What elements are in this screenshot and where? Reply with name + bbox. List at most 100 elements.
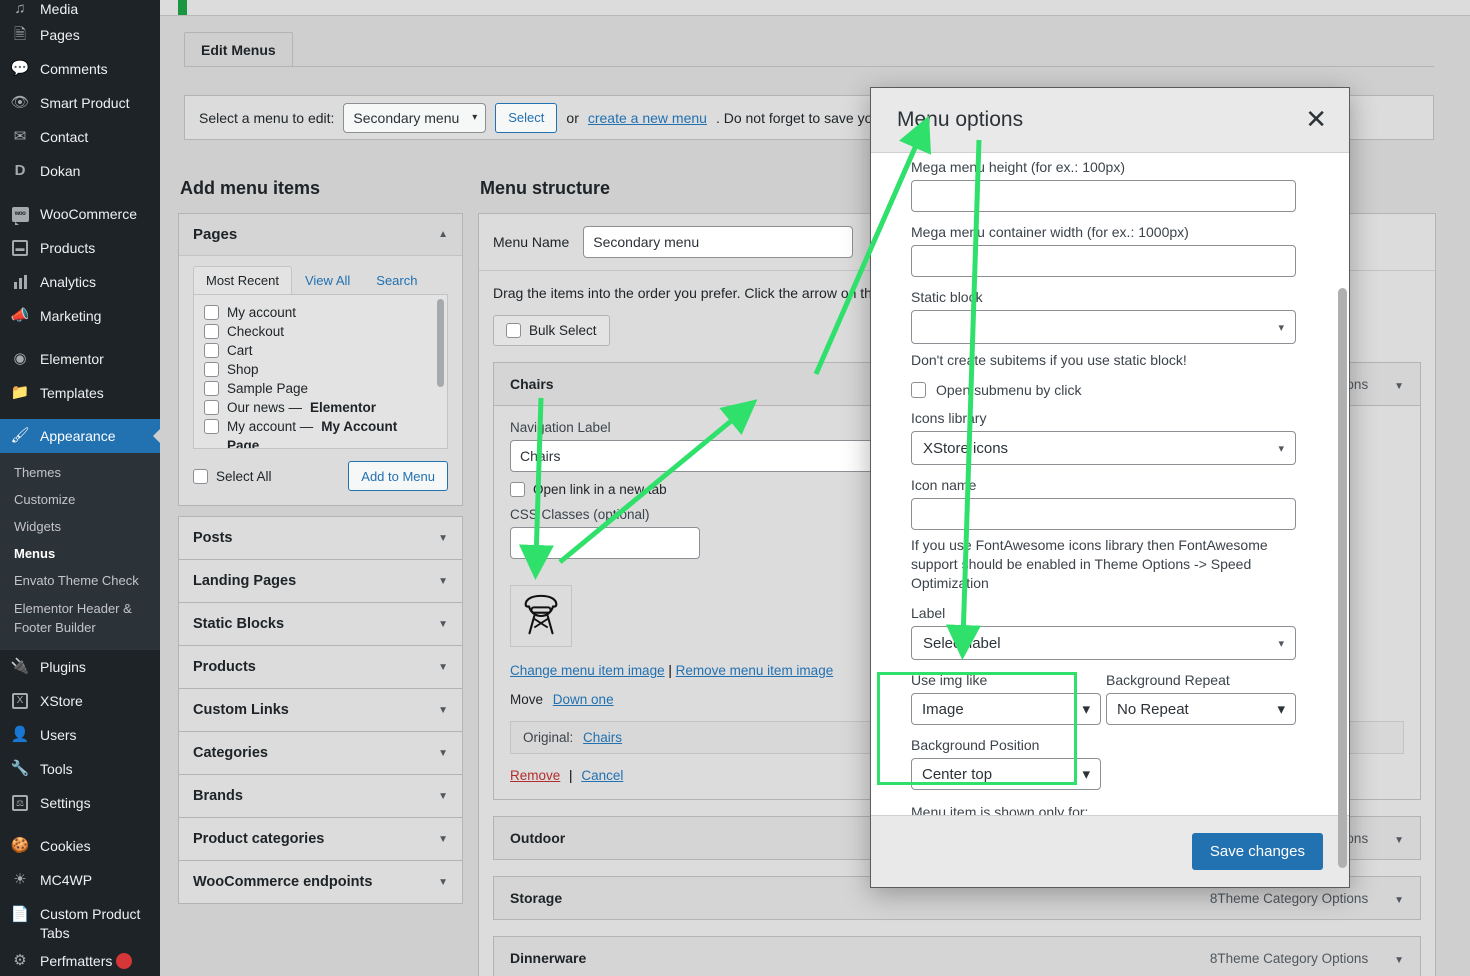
chevron-down-icon[interactable]: ▼ [438, 705, 448, 716]
menu-select-wrapper[interactable]: Secondary menu ▾ [343, 102, 487, 133]
sidebar-item-users[interactable]: 👤 Users [0, 718, 160, 752]
sidebar-item-cookies[interactable]: 🍪 Cookies [0, 829, 160, 863]
background-position-select[interactable]: Center top ▾ [911, 758, 1101, 790]
icon-name-input[interactable] [911, 498, 1296, 530]
checkbox[interactable] [204, 362, 219, 377]
pages-panel-header[interactable]: Pages ▲ [179, 214, 462, 256]
list-item[interactable]: Sample Page [204, 379, 437, 398]
sidebar-item-elementor[interactable]: ◉ Elementor [0, 342, 160, 376]
icons-library-select[interactable]: XStore icons ▾ [911, 431, 1296, 465]
list-item[interactable]: Our news — Elementor [204, 398, 437, 417]
tab-search[interactable]: Search [363, 266, 430, 294]
list-item[interactable]: Checkout [204, 322, 437, 341]
tab-most-recent[interactable]: Most Recent [193, 266, 292, 294]
accordion-custom-links[interactable]: Custom Links ▼ [178, 689, 463, 732]
submenu-item-envato-theme-check[interactable]: Envato Theme Check [0, 567, 160, 594]
list-item[interactable]: Shop [204, 360, 437, 379]
chevron-down-icon[interactable]: ▼ [438, 748, 448, 759]
use-img-like-select[interactable]: Image ▾ [911, 693, 1101, 725]
sidebar-item-tools[interactable]: 🔧 Tools [0, 752, 160, 786]
sidebar-item-comments[interactable]: 💬 Comments [0, 52, 160, 86]
checkbox[interactable] [204, 305, 219, 320]
sidebar-item-media[interactable]: ♫ Media [0, 0, 160, 18]
checkbox[interactable] [204, 381, 219, 396]
create-new-menu-link[interactable]: create a new menu [588, 110, 707, 126]
original-link[interactable]: Chairs [583, 730, 622, 745]
menu-name-input[interactable] [583, 226, 854, 258]
sidebar-item-analytics[interactable]: Analytics [0, 265, 160, 299]
accordion-posts[interactable]: Posts ▼ [178, 516, 463, 560]
chevron-down-icon[interactable]: ▼ [438, 576, 448, 587]
accordion-categories[interactable]: Categories ▼ [178, 732, 463, 775]
submenu-item-widgets[interactable]: Widgets [0, 513, 160, 540]
label-select[interactable]: Select label ▾ [911, 626, 1296, 660]
menu-item-header[interactable]: Dinnerware 8Theme Category Options ▼ [494, 937, 1420, 976]
background-repeat-select[interactable]: No Repeat ▾ [1106, 693, 1296, 725]
sidebar-item-mc4wp[interactable]: ☀ MC4WP [0, 863, 160, 897]
checkbox[interactable] [193, 468, 208, 484]
sidebar-item-contact[interactable]: ✉ Contact [0, 120, 160, 154]
sidebar-item-products[interactable]: ▬ Products [0, 231, 160, 265]
chevron-down-icon[interactable]: ▼ [438, 662, 448, 673]
select-button[interactable]: Select [495, 102, 558, 133]
sidebar-item-marketing[interactable]: 📣 Marketing [0, 299, 160, 333]
add-to-menu-button[interactable]: Add to Menu [348, 461, 448, 491]
chevron-down-icon[interactable]: ▼ [1394, 955, 1404, 966]
sidebar-item-dokan[interactable]: D Dokan [0, 154, 160, 188]
mega-menu-height-input[interactable] [911, 180, 1296, 212]
chevron-down-icon[interactable]: ▼ [438, 834, 448, 845]
mega-menu-container-width-input[interactable] [911, 245, 1296, 277]
submenu-item-elementor-header-footer-builder[interactable]: Elementor Header & Footer Builder [0, 594, 160, 642]
save-changes-button[interactable]: Save changes [1191, 833, 1323, 870]
checkbox[interactable] [911, 382, 926, 398]
sidebar-item-xstore[interactable]: X XStore [0, 684, 160, 718]
open-submenu-by-click-row[interactable]: Open submenu by click [911, 382, 1323, 398]
submenu-item-themes[interactable]: Themes [0, 459, 160, 486]
sidebar-item-perfmatters[interactable]: ⚙ Perfmatters [0, 951, 160, 971]
sidebar-item-woocommerce[interactable]: woo WooCommerce [0, 197, 160, 231]
accordion-static-blocks[interactable]: Static Blocks ▼ [178, 603, 463, 646]
tab-view-all[interactable]: View All [292, 266, 363, 294]
static-block-select[interactable]: ▾ [911, 310, 1296, 344]
modal-scrollbar[interactable] [1338, 288, 1347, 868]
menu-item-image-thumb[interactable] [510, 585, 572, 647]
checkbox[interactable] [204, 419, 219, 434]
chevron-down-icon[interactable]: ▼ [438, 619, 448, 630]
checkbox[interactable] [506, 323, 521, 338]
remove-link[interactable]: Remove [510, 768, 560, 783]
tab-edit-menus[interactable]: Edit Menus [184, 32, 293, 66]
accordion-landing-pages[interactable]: Landing Pages ▼ [178, 560, 463, 603]
css-classes-input[interactable] [510, 527, 700, 559]
list-item[interactable]: Cart [204, 341, 437, 360]
sidebar-item-pages[interactable]: 🗎 Pages [0, 18, 160, 52]
chevron-up-icon[interactable]: ▲ [438, 229, 448, 240]
accordion-woocommerce-endpoints[interactable]: WooCommerce endpoints ▼ [178, 861, 463, 904]
sidebar-item-plugins[interactable]: 🔌 Plugins [0, 650, 160, 684]
chevron-down-icon[interactable]: ▼ [438, 791, 448, 802]
chevron-down-icon[interactable]: ▼ [1394, 895, 1404, 906]
checkbox[interactable] [204, 343, 219, 358]
list-scrollbar[interactable] [437, 299, 444, 387]
sidebar-item-settings[interactable]: ⚖ Settings [0, 786, 160, 820]
chevron-down-icon[interactable]: ▼ [438, 533, 448, 544]
accordion-products[interactable]: Products ▼ [178, 646, 463, 689]
checkbox[interactable] [204, 324, 219, 339]
move-down-one-link[interactable]: Down one [553, 692, 614, 707]
menu-item-dinnerware[interactable]: Dinnerware 8Theme Category Options ▼ [493, 936, 1421, 976]
remove-menu-item-image-link[interactable]: Remove menu item image [676, 663, 834, 678]
submenu-item-menus[interactable]: Menus [0, 540, 160, 567]
cancel-link[interactable]: Cancel [581, 768, 623, 783]
accordion-brands[interactable]: Brands ▼ [178, 775, 463, 818]
list-item[interactable]: My account — My Account [204, 417, 437, 436]
sidebar-item-smart-product[interactable]: 👁 Smart Product [0, 86, 160, 120]
change-menu-item-image-link[interactable]: Change menu item image [510, 663, 665, 678]
checkbox[interactable] [204, 400, 219, 415]
sidebar-item-templates[interactable]: 📁 Templates [0, 376, 160, 410]
submenu-item-customize[interactable]: Customize [0, 486, 160, 513]
accordion-product-categories[interactable]: Product categories ▼ [178, 818, 463, 861]
chevron-down-icon[interactable]: ▼ [438, 877, 448, 888]
close-icon[interactable]: ✕ [1305, 107, 1327, 133]
sidebar-item-appearance[interactable]: 🖌 Appearance [0, 419, 160, 453]
chevron-down-icon[interactable]: ▼ [1394, 835, 1404, 846]
list-item[interactable]: My account [204, 303, 437, 322]
